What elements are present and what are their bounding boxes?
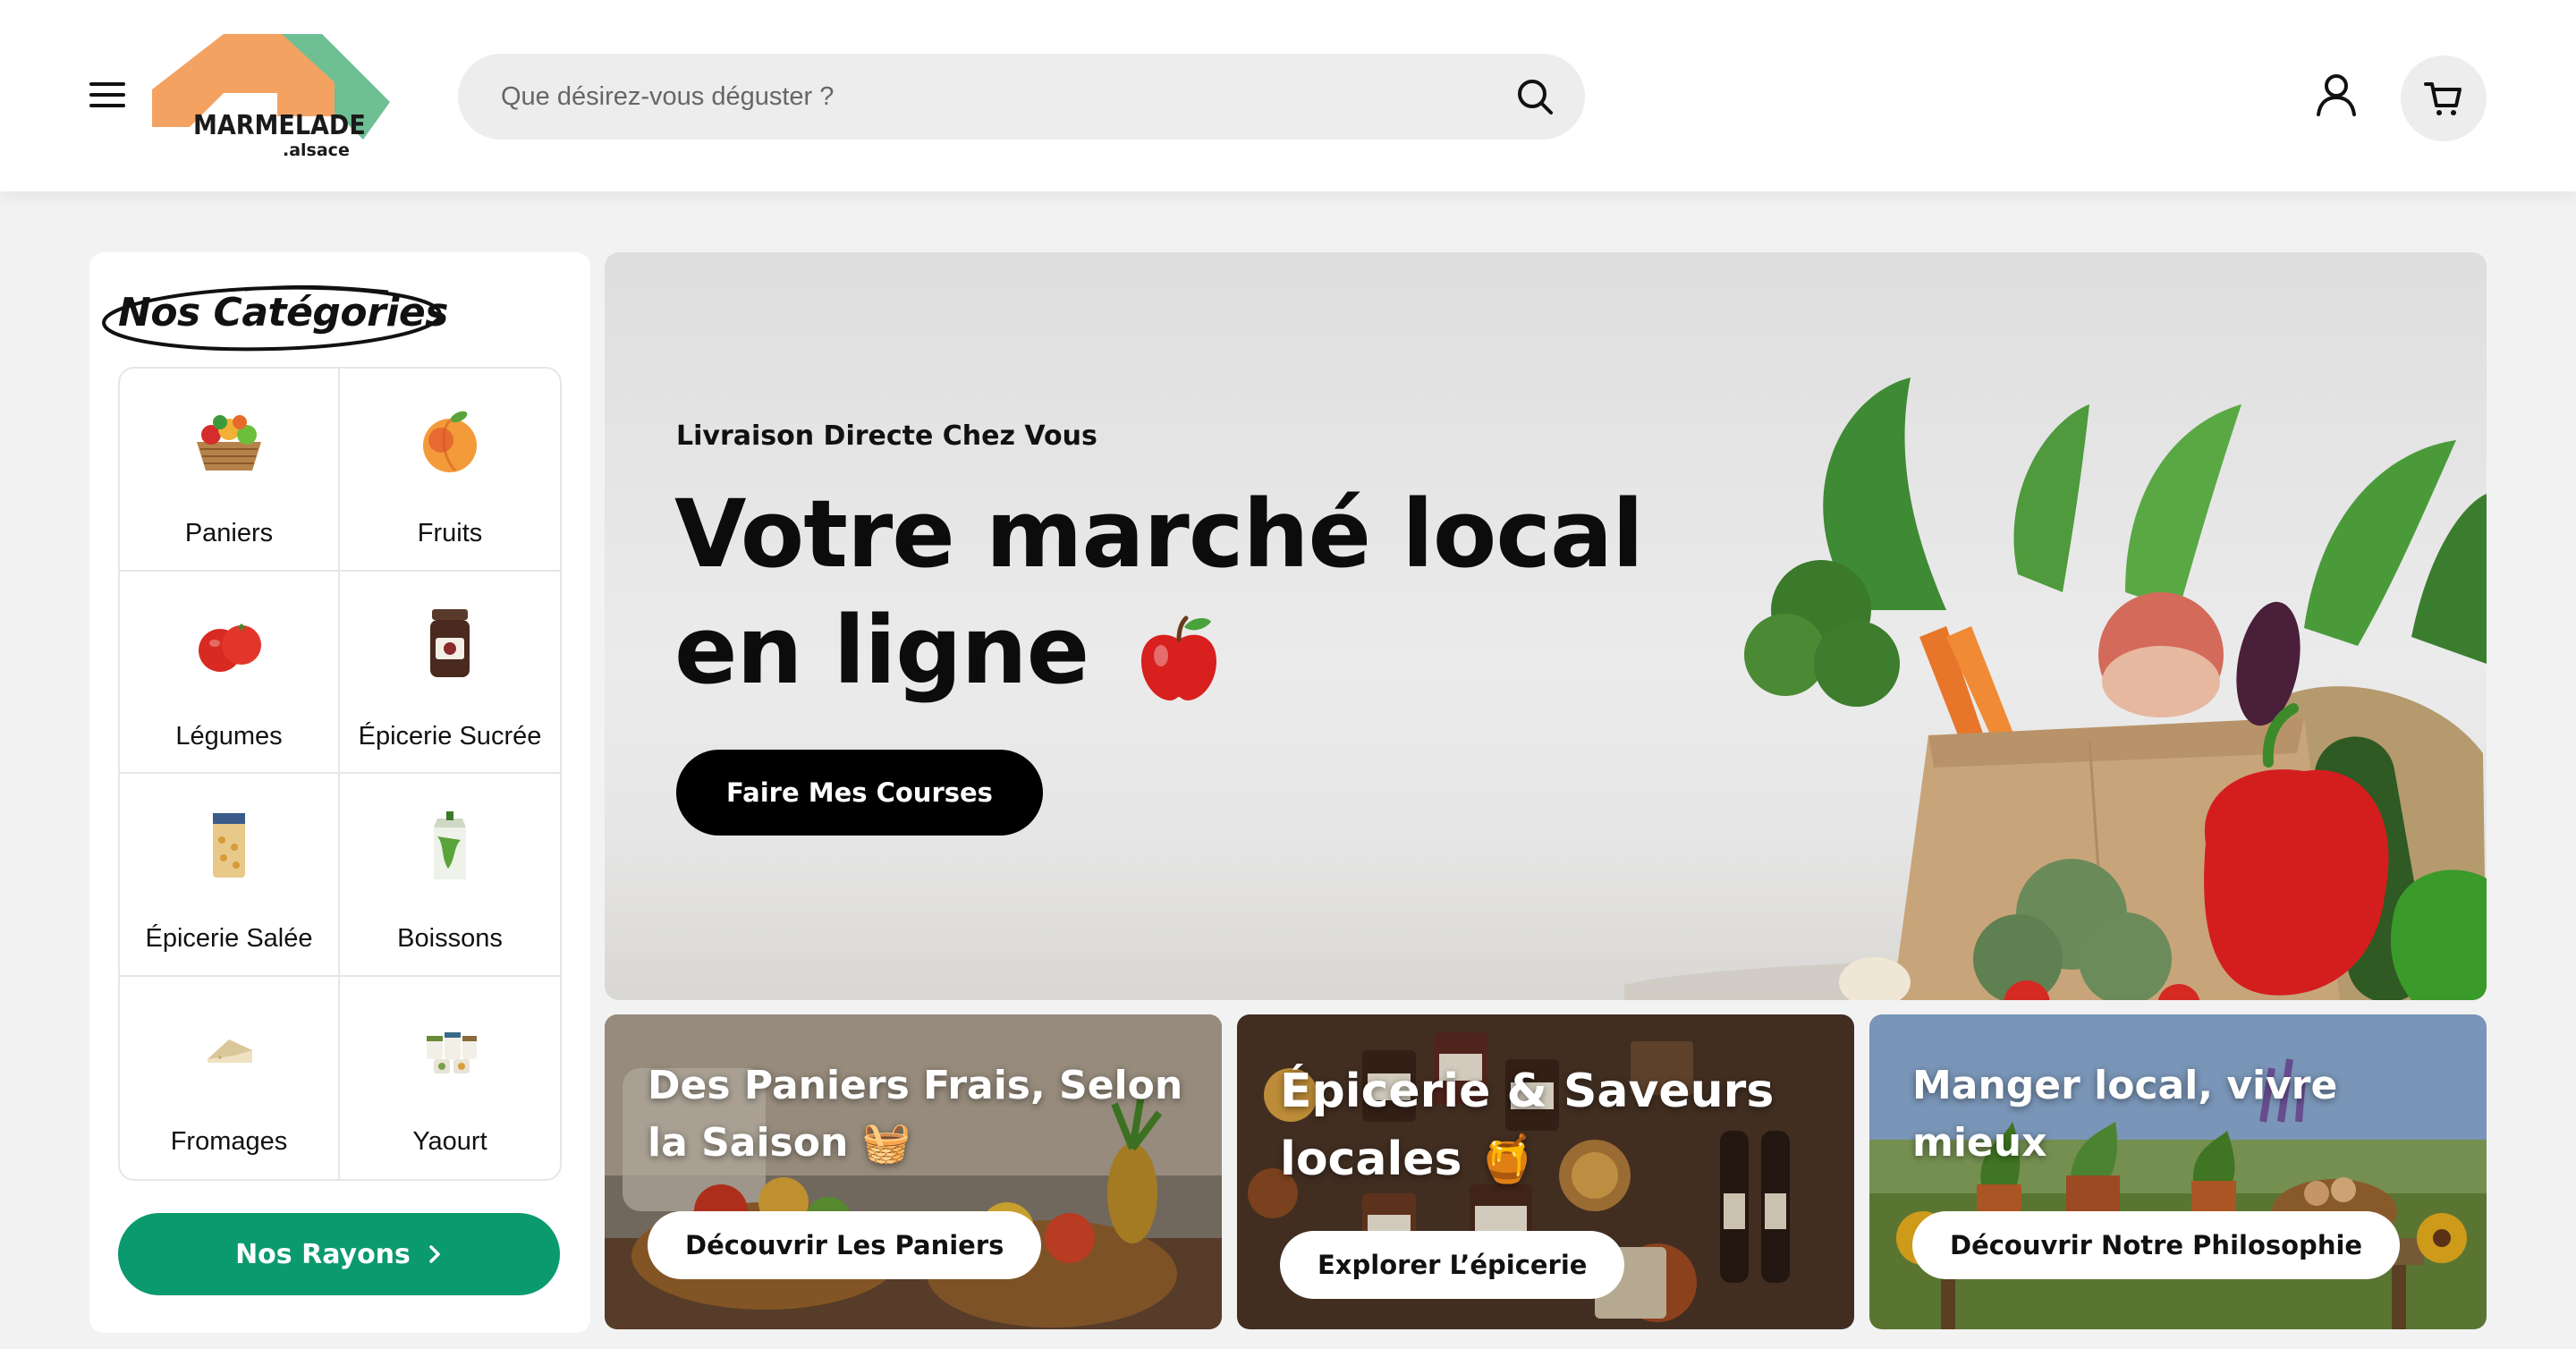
category-label: Fromages [170,1126,288,1156]
chevron-right-icon [429,1245,440,1263]
hamburger-menu-icon[interactable] [89,79,132,111]
categories-title: Nos Catégories [118,290,448,335]
category-paniers[interactable]: Paniers [120,369,340,572]
category-fromages[interactable]: Fromages [120,976,340,1179]
category-fruits[interactable]: Fruits [340,369,560,572]
decouvrir-paniers-button[interactable]: Découvrir Les Paniers [648,1211,1042,1279]
hero-title-line2: en ligne [674,596,1089,705]
yogurt-pots-icon [427,1031,477,1073]
promo-card-epicerie[interactable]: Épicerie & Saveurs locales 🍯 Explorer L’… [1237,1014,1854,1329]
tomato-icon [199,623,261,672]
category-grid: Paniers Fruits Légumes Épicerie Sucrée É… [118,367,562,1181]
category-label: Paniers [184,519,274,547]
hero-banner: Livraison Directe Chez Vous Votre marché… [605,252,2487,1000]
category-label: Boissons [397,924,503,953]
grocery-bag-illustration [1624,378,2487,1000]
category-yaourt[interactable]: Yaourt [340,977,560,1180]
marmelade-logo[interactable]: MARMELADE .alsace [152,30,394,165]
category-label: Yaourt [412,1126,487,1156]
logo-suffix: .alsace [283,140,350,160]
explorer-epicerie-button[interactable]: Explorer L’épicerie [1280,1231,1625,1299]
cheese-icon [208,1039,252,1063]
apple-icon [1141,615,1217,700]
category-epicerie-sucree[interactable]: Épicerie Sucrée [340,572,560,774]
peach-icon [423,411,477,472]
promo-card-title: Épicerie & Saveurs locales 🍯 [1280,1065,1775,1186]
pasta-bag-icon [213,813,245,878]
category-label: Épicerie Salée [145,924,313,953]
promo-card-title: Manger local, vivre mieux [1912,1063,2338,1166]
category-label: Fruits [417,519,483,547]
hero-title: Votre marché local en ligne [674,476,1658,708]
nos-rayons-label: Nos Rayons [235,1238,411,1270]
decouvrir-philosophie-button[interactable]: Découvrir Notre Philosophie [1912,1211,2401,1279]
faire-mes-courses-button[interactable]: Faire Mes Courses [676,750,1043,836]
basket-icon [197,415,261,471]
categories-sidebar: Nos Catégories Paniers Fruits Légumes Ép… [89,252,590,1333]
search-bar [458,54,1585,140]
hero-title-line1: Votre marché local [674,479,1644,589]
category-epicerie-salee[interactable]: Épicerie Salée [120,774,340,977]
categories-heading: Nos Catégories [102,279,451,354]
nos-rayons-button[interactable]: Nos Rayons [118,1213,560,1295]
promo-card-paniers[interactable]: Des Paniers Frais, Selon la Saison 🧺 Déc… [605,1014,1222,1329]
logo-brand: MARMELADE [193,110,366,141]
promo-card-title: Des Paniers Frais, Selon la Saison 🧺 [648,1063,1183,1166]
category-boissons[interactable]: Boissons [340,774,560,977]
search-icon[interactable] [1513,75,1556,118]
category-legumes[interactable]: Légumes [120,571,340,774]
cart-icon[interactable] [2401,55,2487,141]
jam-jar-icon [430,608,470,677]
promo-card-philosophie[interactable]: Manger local, vivre mieux Découvrir Notr… [1869,1014,2487,1329]
site-header: MARMELADE .alsace [0,0,2576,191]
category-label: Légumes [175,721,283,751]
category-label: Épicerie Sucrée [358,721,542,751]
user-icon[interactable] [2311,70,2361,120]
hero-kicker: Livraison Directe Chez Vous [676,420,1097,452]
juice-carton-icon [434,811,466,879]
search-input[interactable] [501,54,1467,140]
